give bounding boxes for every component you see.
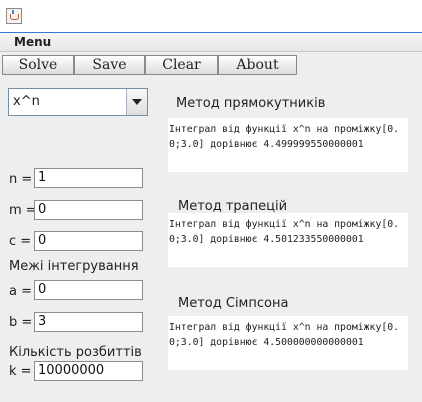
b-label: b =	[9, 315, 33, 330]
simpson-method-title: Метод Сімпсона	[178, 296, 289, 311]
toolbar: Solve Save Clear About	[0, 52, 422, 80]
k-field[interactable]: 10000000	[34, 361, 143, 381]
m-field[interactable]: 0	[34, 200, 143, 220]
m-label: m =	[9, 203, 37, 218]
solve-button[interactable]: Solve	[2, 55, 74, 75]
clear-button[interactable]: Clear	[145, 55, 218, 75]
c-label: c =	[9, 234, 32, 249]
k-label: k =	[9, 364, 32, 379]
chevron-down-icon[interactable]	[126, 89, 147, 115]
function-select-value: x^n	[13, 94, 40, 109]
rect-result-text: Інтеграл від функції x^n на проміжку[0.0…	[168, 118, 408, 172]
n-label: n =	[9, 172, 33, 187]
menubar: Menu	[0, 33, 422, 52]
trap-result-text: Інтеграл від функції x^n на проміжку[0.0…	[168, 213, 408, 267]
a-field[interactable]: 0	[34, 280, 143, 300]
c-field[interactable]: 0	[34, 231, 143, 251]
a-label: a =	[9, 284, 32, 299]
n-field[interactable]: 1	[34, 168, 143, 188]
save-button[interactable]: Save	[74, 55, 145, 75]
window-titlebar	[0, 0, 422, 32]
menu-item-menu[interactable]: Menu	[14, 35, 51, 49]
bounds-heading: Межі інтегрування	[9, 259, 139, 274]
simpson-result-text: Інтеграл від функції x^n на проміжку[0.0…	[168, 316, 408, 370]
about-button[interactable]: About	[218, 55, 297, 75]
function-select[interactable]: x^n	[8, 88, 148, 116]
java-app-icon	[6, 8, 22, 24]
b-field[interactable]: 3	[34, 312, 143, 332]
trap-method-title: Метод трапецій	[178, 199, 288, 214]
partitions-heading: Кількість розбиттів	[9, 345, 142, 360]
rect-method-title: Метод прямокутників	[176, 96, 326, 111]
